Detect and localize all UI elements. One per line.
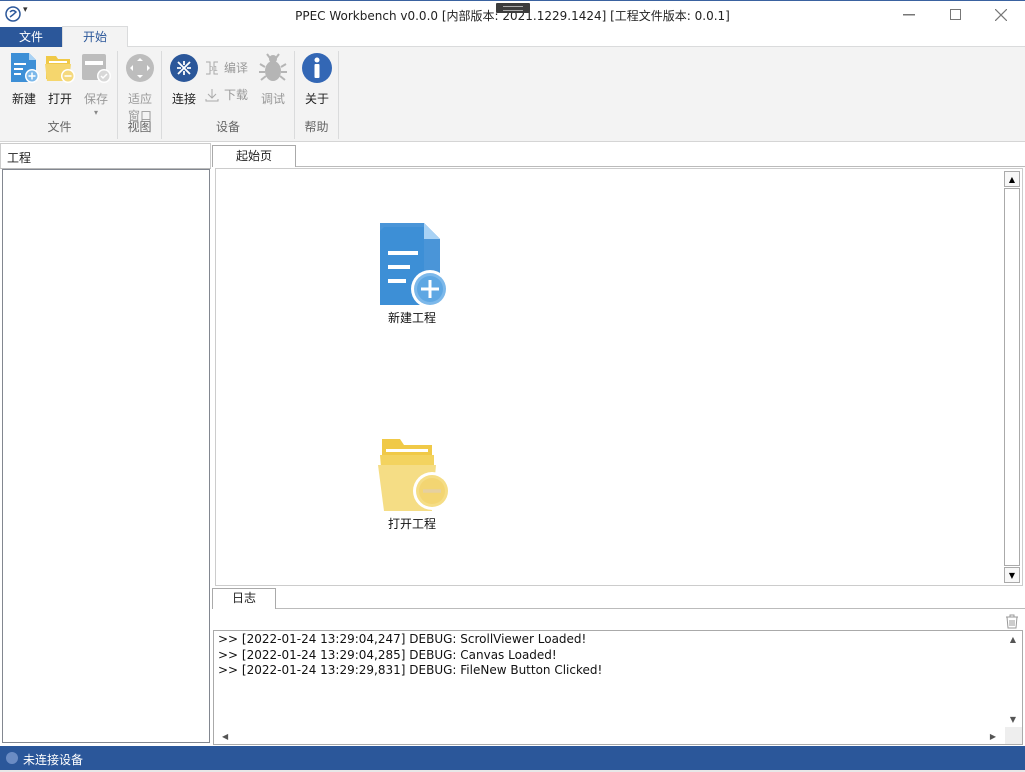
log-line: >> [2022-01-24 13:29:04,247] DEBUG: Scro… [218,632,587,646]
open-button-label: 打开 [47,92,72,106]
ribbon-group-file: 新建 打开 保存 ▾ 文件 [2,51,118,139]
log-line: >> [2022-01-24 13:29:04,285] DEBUG: Canv… [218,648,557,662]
log-scroll-down-icon[interactable]: ▼ [1010,715,1016,724]
open-project-item[interactable]: 打开工程 [362,435,462,532]
download-button-label: 下载 [224,88,249,102]
log-scroll-left-icon[interactable]: ◀ [222,732,228,741]
new-button[interactable]: 新建 [6,51,42,107]
save-dropdown-icon[interactable]: ▾ [78,108,114,117]
project-tree[interactable] [2,169,210,743]
connection-status-icon [6,752,18,764]
debug-button-label: 调试 [260,92,285,106]
log-scroll-up-icon[interactable]: ▲ [1010,635,1016,644]
new-file-icon [11,53,39,83]
open-folder-icon [45,56,75,83]
project-panel: 工程 [0,143,211,745]
group-label-help: 帮助 [304,120,329,134]
ribbon-group-device: 连接 01 编译 下载 调试 设备 [162,51,295,139]
ribbon-group-view: 适应 窗口 视图 [118,51,162,139]
debug-bug-icon [259,53,287,81]
fit-window-label-1: 适应 [127,92,152,106]
scroll-thumb[interactable] [1004,188,1020,566]
arrow-down-icon: ▼ [1008,570,1016,580]
connect-icon [170,54,198,82]
ribbon-tab-bar: 文件 开始 [0,26,1025,48]
scroll-up-button[interactable]: ▲ [1004,171,1020,187]
connect-button-label: 连接 [171,92,196,106]
minimize-icon [903,13,915,15]
close-button[interactable] [978,1,1024,28]
clear-log-trash-icon[interactable] [1005,614,1019,629]
compile-icon: 01 [206,61,218,74]
minimize-button[interactable] [886,1,932,28]
log-scroll-right-icon[interactable]: ▶ [990,732,996,741]
log-line: >> [2022-01-24 13:29:29,831] DEBUG: File… [218,663,603,677]
title-bar: ▾ PPEC Workbench v0.0.0 [内部版本: 2021.1229… [0,0,1025,27]
maximize-icon [949,9,961,20]
project-panel-title: 工程 [0,143,211,169]
tab-file[interactable]: 文件 [0,27,62,47]
download-icon [205,88,219,101]
maximize-button[interactable] [932,1,978,28]
log-output[interactable]: >> [2022-01-24 13:29:04,247] DEBUG: Scro… [213,630,1023,745]
group-label-device: 设备 [215,120,240,134]
debug-button[interactable]: 调试 [255,51,291,107]
new-project-item[interactable]: 新建工程 [362,221,462,326]
save-button-label: 保存 [83,92,108,106]
download-button[interactable]: 下载 [204,86,248,103]
tab-start-page[interactable]: 起始页 [212,145,296,167]
save-icon [82,54,111,83]
connection-status-text: 未连接设备 [23,753,84,767]
compile-button-label: 编译 [224,61,249,75]
start-page-canvas: 新建工程 打开工程 ▲ ▼ [215,168,1023,586]
group-label-file: 文件 [47,120,72,134]
tab-home[interactable]: 开始 [62,26,128,48]
status-bar: 未连接设备 [0,746,1025,770]
open-button[interactable]: 打开 [42,51,78,107]
arrow-up-icon: ▲ [1008,174,1016,184]
drag-handle[interactable] [496,3,530,13]
about-button[interactable]: 关于 [299,51,335,107]
ribbon-group-help: 关于 帮助 [295,51,339,139]
open-project-icon [378,439,451,511]
about-button-label: 关于 [304,92,329,106]
info-icon [302,53,332,83]
group-label-view: 视图 [127,120,152,134]
tab-log[interactable]: 日志 [212,588,276,609]
compile-button[interactable]: 01 编译 [204,59,248,76]
open-project-label: 打开工程 [387,517,436,531]
fit-window-button[interactable]: 适应 窗口 [122,51,158,124]
scrollbar-corner [1005,727,1022,744]
canvas-vertical-scrollbar[interactable]: ▲ ▼ [1004,171,1020,583]
new-button-label: 新建 [11,92,36,106]
save-button[interactable]: 保存 ▾ [78,51,114,117]
fit-window-icon [126,54,154,82]
svg-text:01: 01 [209,65,218,73]
log-tab-divider [276,608,1025,609]
close-icon [995,8,1007,21]
new-project-icon [380,223,449,308]
document-tab-bar: 起始页 [211,143,1025,168]
ribbon: 新建 打开 保存 ▾ 文件 适应 窗口 视图 连接 01 编译 下载 调试 设备… [0,47,1025,142]
scroll-down-button[interactable]: ▼ [1004,567,1020,583]
new-project-label: 新建工程 [387,311,436,325]
tab-divider [296,166,1025,167]
connect-button[interactable]: 连接 [166,51,202,107]
log-tab-bar: 日志 [211,588,1025,610]
